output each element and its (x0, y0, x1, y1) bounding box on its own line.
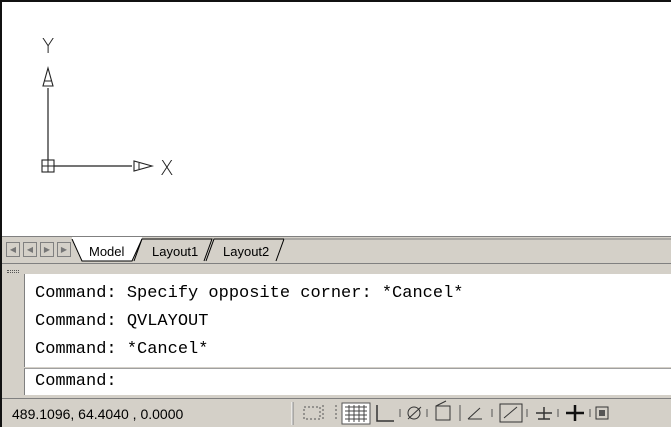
grid-display-icon[interactable] (341, 402, 371, 425)
command-window-grip[interactable] (7, 270, 19, 273)
command-history-line: Command: QVLAYOUT (35, 312, 209, 331)
command-window: Command: Specify opposite corner: *Cance… (2, 263, 671, 398)
layout-tab-bar: ◀ ◀ ▶ ▶ Model Layout1 Layout2 (2, 236, 671, 263)
transparency-icon[interactable] (566, 405, 591, 421)
ortho-mode-icon[interactable] (376, 405, 401, 422)
command-history-line: Command: Specify opposite corner: *Cance… (35, 284, 464, 303)
tab-layout2[interactable]: Layout2 (223, 244, 269, 259)
tab-model[interactable]: Model (89, 244, 124, 259)
command-line-input[interactable]: Command: (24, 368, 671, 395)
ucs-icon (41, 65, 155, 173)
infer-constraints-icon[interactable] (303, 405, 324, 421)
command-history[interactable]: Command: Specify opposite corner: *Cance… (24, 274, 671, 367)
command-prompt: Command: (35, 372, 117, 391)
polar-tracking-icon[interactable] (407, 406, 428, 420)
dynamic-ucs-icon[interactable] (467, 407, 493, 420)
object-snap-icon[interactable] (435, 400, 461, 421)
lineweight-icon[interactable] (536, 407, 559, 420)
tab-layout1[interactable]: Layout1 (152, 244, 198, 259)
status-toggle-icons (291, 400, 609, 425)
status-bar: 489.1096, 64.4040 , 0.0000 (2, 398, 671, 427)
dynamic-input-icon[interactable] (499, 403, 528, 423)
quick-properties-icon[interactable] (595, 406, 609, 420)
drawing-canvas[interactable]: Y X (2, 2, 671, 236)
ucs-y-axis-label: Y (42, 34, 55, 58)
command-history-line: Command: *Cancel* (35, 340, 209, 359)
ucs-x-axis-label: X (160, 156, 174, 180)
